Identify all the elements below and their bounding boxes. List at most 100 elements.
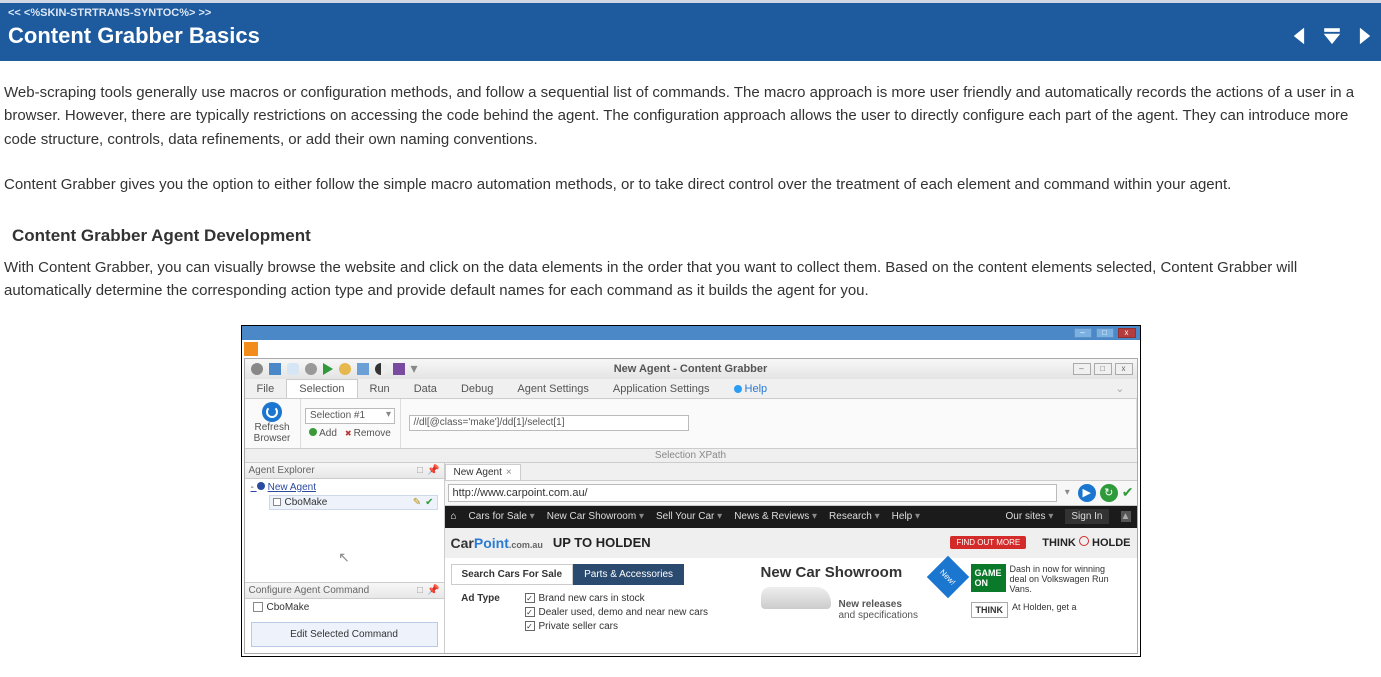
configure-item-label: CboMake [267, 602, 310, 613]
top-title-bar: << <%SKIN-STRTRANS-SYNTOC%> >> Content G… [0, 0, 1381, 61]
breadcrumb[interactable]: << <%SKIN-STRTRANS-SYNTOC%> >> [8, 7, 1373, 19]
nav-news-reviews[interactable]: News & Reviews [734, 511, 817, 522]
game-on-badge[interactable]: GAME ON [971, 564, 1006, 592]
selection-group: Selection #1 Add Remove [301, 399, 401, 448]
promo-column: GAME ON Dash in now for winning deal on … [971, 564, 1111, 632]
edit-selected-command-button[interactable]: Edit Selected Command [251, 622, 438, 647]
edit-node-icon[interactable]: ✎ [413, 497, 421, 508]
opt-dealer-used[interactable]: ✓Dealer used, demo and near new cars [525, 607, 709, 618]
banner-slogan: UP TO HOLDEN [553, 535, 651, 550]
promo-text-1: Dash in now for winning deal on Volkswag… [1010, 564, 1111, 594]
outer-max-button[interactable]: □ [1096, 328, 1114, 338]
nav-research[interactable]: Research [829, 511, 880, 522]
contrast-icon[interactable] [375, 363, 387, 375]
play-icon[interactable] [323, 363, 333, 375]
article-body: Web-scraping tools generally use macros … [0, 61, 1381, 677]
section-heading: Content Grabber Agent Development [12, 226, 1377, 246]
scrollbar-up-icon[interactable]: ▲ [1121, 511, 1131, 522]
nav-cars-for-sale[interactable]: Cars for Sale [469, 511, 535, 522]
nav-our-sites[interactable]: Our sites [1006, 511, 1054, 522]
xpath-input[interactable]: //dl[@class='make']/dd[1]/select[1] [409, 415, 689, 431]
tab-run[interactable]: Run [358, 380, 402, 398]
configure-command-header: Configure Agent Command [249, 585, 370, 596]
inner-min-button[interactable]: – [1073, 363, 1091, 375]
browser-back-icon[interactable]: ▶ [1078, 484, 1096, 502]
agent-explorer-header: Agent Explorer [249, 465, 315, 476]
nav-top-icon[interactable] [1321, 25, 1343, 50]
site-body: Search Cars For Sale Parts & Accessories… [445, 558, 1137, 638]
refresh-browser-button[interactable]: Refresh Browser [245, 399, 301, 448]
tab-data[interactable]: Data [402, 380, 449, 398]
ribbon-collapse-icon[interactable]: ⌄ [1103, 379, 1136, 398]
opt-brand-new[interactable]: ✓Brand new cars in stock [525, 593, 709, 604]
think-holden-text: THINK HOLDE [1042, 536, 1130, 549]
agent-tree[interactable]: New Agent CboMake ✎ ✔ [245, 479, 444, 534]
checkbox-icon[interactable] [253, 602, 263, 612]
selection-combo[interactable]: Selection #1 [305, 408, 395, 424]
qat-dropdown-icon[interactable]: ▾ [411, 360, 418, 377]
ribbon-body: Refresh Browser Selection #1 Add Remove … [245, 399, 1137, 449]
panel-pin-icon[interactable]: 📌 [427, 465, 439, 476]
site-banner: CarPoint.com.au UP TO HOLDEN FIND OUT MO… [445, 528, 1137, 558]
lightbulb-icon[interactable] [339, 363, 351, 375]
back-icon[interactable] [251, 363, 263, 375]
close-tab-icon[interactable]: × [506, 467, 512, 478]
search-column: Search Cars For Sale Parts & Accessories… [451, 564, 751, 632]
intro-paragraph-1: Web-scraping tools generally use macros … [4, 81, 1377, 151]
remove-selection-button[interactable]: Remove [345, 428, 391, 439]
tab-application-settings[interactable]: Application Settings [601, 380, 722, 398]
document-tab[interactable]: New Agent × [445, 464, 521, 480]
tab-search-cars[interactable]: Search Cars For Sale [451, 564, 574, 585]
home-icon[interactable]: ⌂ [451, 511, 457, 522]
grid-icon[interactable] [393, 363, 405, 375]
panel-float-icon[interactable]: □ [417, 465, 423, 476]
node-action-icon[interactable]: ✔ [425, 497, 433, 508]
find-out-button[interactable]: FIND OUT MORE [950, 536, 1026, 549]
xpath-group: //dl[@class='make']/dd[1]/select[1] [401, 399, 1137, 448]
arrow-icon[interactable] [357, 363, 369, 375]
site-logo[interactable]: CarPoint.com.au [451, 535, 543, 551]
ad-type-label: Ad Type [451, 593, 511, 632]
app-screenshot: – □ x ▾ New Agent - Con [241, 325, 1141, 657]
help-icon [734, 385, 742, 393]
outer-window-chrome: – □ x [242, 326, 1140, 340]
add-selection-button[interactable]: Add [309, 428, 337, 439]
tab-debug[interactable]: Debug [449, 380, 505, 398]
tree-root-node[interactable]: New Agent [251, 482, 438, 493]
tab-selection[interactable]: Selection [286, 379, 357, 398]
app-window-title: New Agent - Content Grabber [614, 363, 768, 375]
panel-float-icon-2[interactable]: □ [417, 585, 423, 596]
nav-prev-icon[interactable] [1289, 25, 1311, 50]
outer-min-button[interactable]: – [1074, 328, 1092, 338]
site-top-nav: ⌂ Cars for Sale New Car Showroom Sell Yo… [445, 506, 1137, 528]
think-badge[interactable]: THINK [971, 602, 1009, 618]
tab-file[interactable]: File [245, 380, 287, 398]
sign-in-button[interactable]: Sign In [1065, 509, 1108, 524]
tab-help[interactable]: Help [722, 380, 780, 398]
outer-close-button[interactable]: x [1118, 328, 1136, 338]
nav-help[interactable]: Help [892, 511, 920, 522]
holden-logo-icon [1079, 536, 1089, 546]
app-icon [244, 342, 258, 356]
tab-parts-accessories[interactable]: Parts & Accessories [573, 564, 684, 585]
cloud-icon[interactable] [287, 363, 299, 375]
address-bar[interactable]: http://www.carpoint.com.au/ [448, 484, 1057, 502]
panel-pin-icon-2[interactable]: 📌 [427, 585, 439, 596]
address-dropdown-icon[interactable]: ▾ [1061, 487, 1074, 498]
nav-new-car-showroom[interactable]: New Car Showroom [547, 511, 644, 522]
save-icon[interactable] [269, 363, 281, 375]
node-type-icon [273, 498, 281, 506]
nav-next-icon[interactable] [1353, 25, 1375, 50]
wand-icon[interactable]: ✔ [1122, 484, 1134, 501]
opt-private-seller[interactable]: ✓Private seller cars [525, 621, 709, 632]
left-side-panel: Agent Explorer □ 📌 New Agent CboMake ✎ ✔ [245, 463, 445, 653]
inner-close-button[interactable]: x [1115, 363, 1133, 375]
inner-max-button[interactable]: □ [1094, 363, 1112, 375]
tab-agent-settings[interactable]: Agent Settings [505, 380, 601, 398]
refresh-label: Refresh Browser [253, 422, 292, 444]
gear-icon[interactable] [305, 363, 317, 375]
intro-paragraph-2: Content Grabber gives you the option to … [4, 173, 1377, 196]
nav-sell-your-car[interactable]: Sell Your Car [656, 511, 722, 522]
tree-child-node[interactable]: CboMake ✎ ✔ [269, 495, 438, 510]
browser-go-icon[interactable]: ↻ [1100, 484, 1118, 502]
